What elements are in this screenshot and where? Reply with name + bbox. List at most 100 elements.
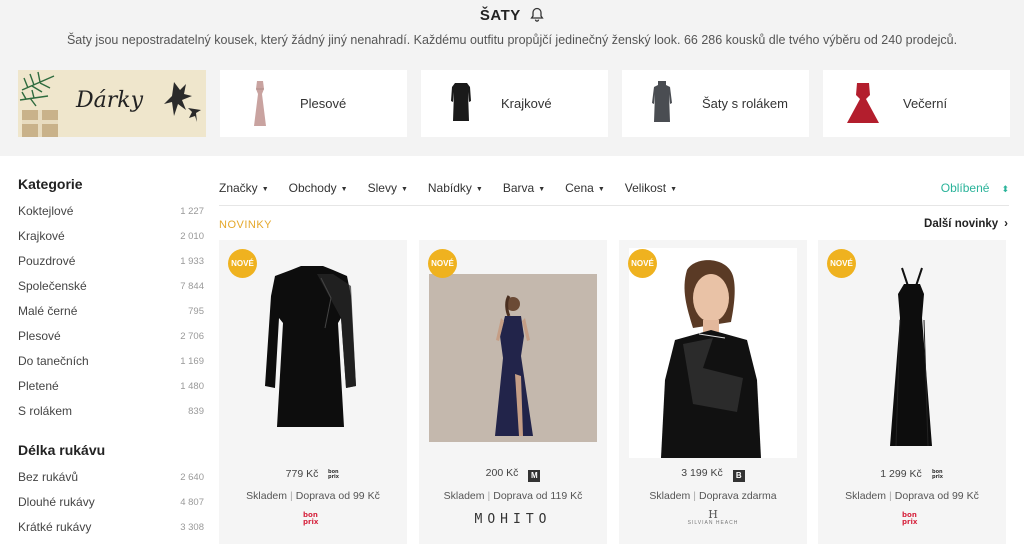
separator: |	[487, 490, 491, 502]
product-availability: Skladem | Doprava od 99 Kč	[219, 490, 407, 502]
filter-label: Nabídky	[427, 180, 472, 195]
sort-dropdown[interactable]: Oblíbené ⬍	[941, 181, 1009, 195]
product-availability: Skladem | Doprava od 99 Kč	[818, 490, 1006, 502]
shop-logo[interactable]: bon prix	[818, 510, 1006, 531]
sidebar-item-do-tanecnich[interactable]: Do tanečních 1 169	[18, 354, 204, 379]
product-card[interactable]: NOVÉ 200 Kč M Skladem | Doprava od 119 Kč M…	[419, 240, 607, 544]
category-card-krajkove[interactable]: Krajkové	[421, 70, 608, 137]
page-description: Šaty jsou nepostradatelný kousek, který …	[66, 33, 958, 47]
filter-label: Barva	[502, 180, 535, 195]
caret-down-icon: ▼	[475, 185, 483, 193]
filter-bar: Značky ▼ Obchody ▼ Slevy ▼ Nabídky ▼ Barva ▼ …	[219, 170, 1009, 206]
filter-shops[interactable]: Obchody ▼	[289, 181, 348, 195]
sidebar-heading-sleeve-length: Délka rukávu	[18, 442, 106, 458]
new-badge: NOVÉ	[428, 249, 457, 278]
filter-price[interactable]: Cena ▼	[565, 181, 605, 195]
product-image[interactable]	[629, 248, 797, 458]
product-card[interactable]: NOVÉ 779 Kč bon prix Skladem | Doprava od 99…	[219, 240, 407, 544]
svg-text:prix: prix	[328, 474, 340, 479]
filter-discounts[interactable]: Slevy ▼	[368, 181, 408, 195]
product-card[interactable]: NOVÉ 3 199 Kč B Skladem | Doprava zdarma HS…	[619, 240, 807, 544]
product-price: 1 299 Kč	[880, 468, 922, 480]
caret-down-icon: ▼	[538, 185, 546, 193]
dress-thumbnail	[421, 70, 501, 137]
sidebar-item-count: 3 308	[180, 522, 204, 533]
caret-down-icon: ▼	[340, 185, 348, 193]
svg-text:prix: prix	[902, 518, 918, 526]
shipping-info: Doprava od 99 Kč	[295, 490, 380, 502]
new-badge: NOVÉ	[628, 249, 657, 278]
sidebar-item-krajkove[interactable]: Krajkové 2 010	[18, 229, 204, 254]
new-badge: NOVÉ	[827, 249, 856, 278]
separator: |	[693, 490, 696, 502]
shop-logo-mark: H	[708, 508, 718, 521]
shipping-info: Doprava zdarma	[698, 490, 777, 502]
shop-logo[interactable]: MOHITO	[419, 510, 607, 528]
caret-down-icon: ▼	[261, 185, 269, 193]
sidebar-item-label: Dlouhé rukávy	[18, 495, 95, 509]
product-price-row: 1 299 Kč bon prix	[818, 467, 1006, 480]
sidebar-item-plesove[interactable]: Plesové 2 706	[18, 329, 204, 354]
category-card-s-rolakem[interactable]: Šaty s rolákem	[622, 70, 809, 137]
stock-status: Skladem	[443, 490, 485, 502]
product-card[interactable]: NOVÉ 1 299 Kč bon prix Skladem | Doprava od …	[818, 240, 1006, 544]
filter-offers[interactable]: Nabídky ▼	[428, 181, 483, 195]
product-image[interactable]	[429, 274, 597, 442]
sidebar-item-s-rolakem[interactable]: S rolákem 839	[18, 404, 204, 429]
sidebar: Kategorie Koktejlové 1 227 Krajkové 2 010 …	[18, 176, 204, 545]
shop-icon: bon prix	[328, 467, 340, 480]
filter-size[interactable]: Velikost ▼	[625, 181, 677, 195]
sidebar-item-label: Pouzdrové	[18, 254, 76, 268]
category-card-plesove[interactable]: Plesové	[220, 70, 407, 137]
product-image[interactable]	[229, 248, 397, 458]
category-card-label: Plesové	[300, 96, 347, 111]
sidebar-item-count: 1 933	[180, 256, 204, 267]
category-card-vecerni[interactable]: Večerní	[823, 70, 1010, 137]
sidebar-item-label: S rolákem	[18, 404, 73, 418]
sidebar-item-label: Bez rukávů	[18, 470, 79, 484]
caret-down-icon: ▼	[670, 185, 678, 193]
sidebar-item-dlouhe-rukavy[interactable]: Dlouhé rukávy 4 807	[18, 495, 204, 520]
sidebar-item-male-cerne[interactable]: Malé černé 795	[18, 304, 204, 329]
caret-down-icon: ▼	[400, 185, 408, 193]
shipping-info: Doprava od 99 Kč	[894, 490, 979, 502]
page-title: ŠATY	[0, 7, 1024, 26]
svg-text:prix: prix	[932, 474, 944, 479]
product-price: 3 199 Kč	[681, 467, 723, 479]
product-image[interactable]	[828, 248, 996, 458]
shop-icon: bon prix	[932, 467, 944, 480]
sidebar-item-pletene[interactable]: Pletené 1 480	[18, 379, 204, 404]
sidebar-item-bez-rukavu[interactable]: Bez rukávů 2 640	[18, 470, 204, 495]
dress-thumbnail	[823, 70, 903, 137]
separator: |	[290, 490, 293, 502]
sidebar-item-spolecenske[interactable]: Společenské 7 844	[18, 279, 204, 304]
shop-logo[interactable]: H SILVIAN HEACH	[619, 508, 807, 526]
sidebar-item-label: Krajkové	[18, 229, 65, 243]
caret-down-icon: ▼	[597, 185, 605, 193]
product-price-row: 3 199 Kč B	[619, 467, 807, 482]
sidebar-item-label: Do tanečních	[18, 354, 89, 368]
sort-updown-icon: ⬍	[1001, 183, 1009, 194]
sidebar-item-koktejlove[interactable]: Koktejlové 1 227	[18, 204, 204, 229]
sidebar-item-label: Malé černé	[18, 304, 78, 318]
sidebar-item-count: 839	[188, 406, 204, 417]
svg-text:prix: prix	[303, 518, 319, 526]
category-card-label: Krajkové	[501, 96, 552, 111]
gifts-banner[interactable]: Dárky	[18, 70, 206, 137]
category-banners: Dárky Plesové Krajkové Šaty s rolákem Ve	[18, 70, 1010, 137]
shop-icon: B	[732, 470, 745, 482]
stock-status: Skladem	[246, 490, 288, 502]
sidebar-item-label: Plesové	[18, 329, 61, 343]
product-price-row: 200 Kč M	[419, 467, 607, 482]
sidebar-item-kratke-rukavy[interactable]: Krátké rukávy 3 308	[18, 520, 204, 545]
filter-brands[interactable]: Značky ▼	[219, 181, 269, 195]
product-availability: Skladem | Doprava od 119 Kč	[419, 490, 607, 502]
shop-logo[interactable]: bon prix	[219, 510, 407, 531]
sidebar-item-label: Společenské	[18, 279, 87, 293]
bell-icon[interactable]	[530, 7, 544, 26]
more-new-link[interactable]: Další novinky ›	[924, 218, 1008, 230]
filter-label: Obchody	[288, 180, 337, 195]
filter-color[interactable]: Barva ▼	[503, 181, 545, 195]
sidebar-item-pouzdrove[interactable]: Pouzdrové 1 933	[18, 254, 204, 279]
separator: |	[889, 490, 892, 502]
